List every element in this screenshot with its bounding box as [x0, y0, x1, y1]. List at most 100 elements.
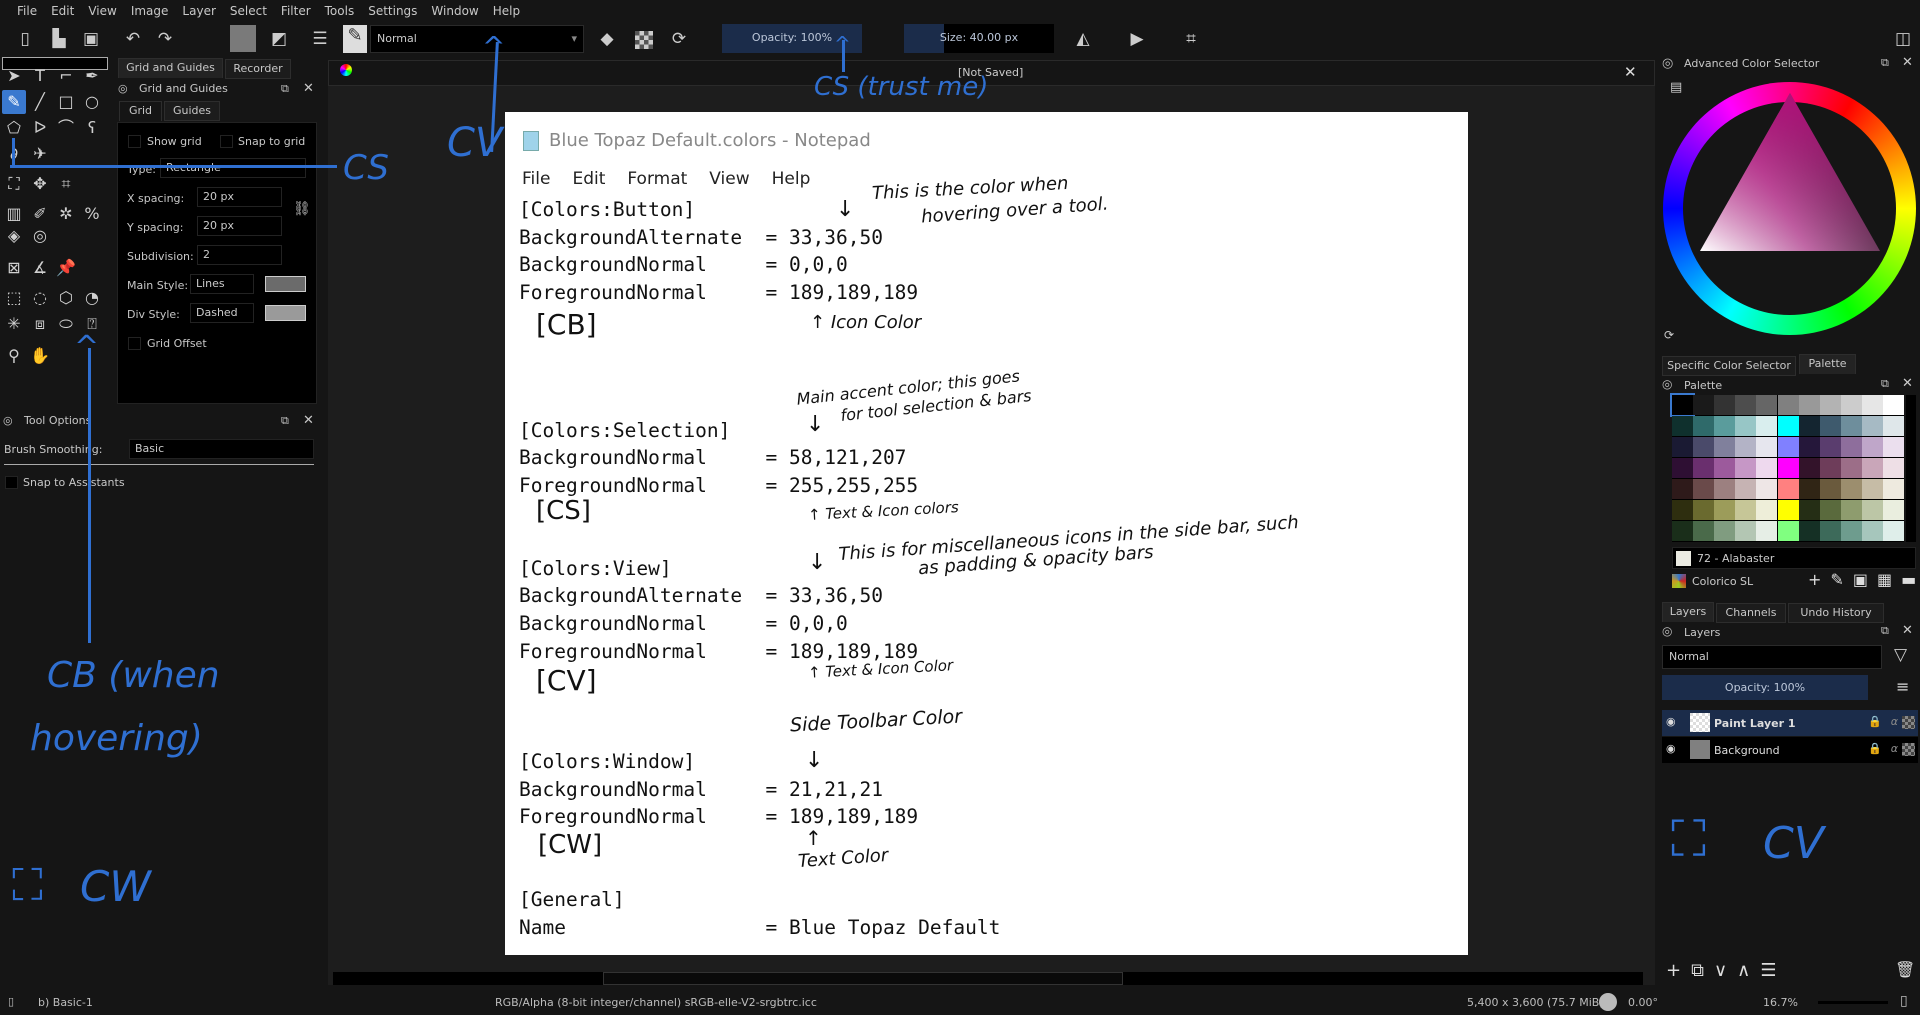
- palette-swatch[interactable]: [1756, 437, 1778, 457]
- close-icon[interactable]: ✕: [1902, 376, 1913, 391]
- grid-offset-checkbox[interactable]: [128, 337, 141, 350]
- palette-swatch[interactable]: [1777, 437, 1799, 457]
- menu-layer[interactable]: Layer: [175, 4, 222, 18]
- palette-swatch[interactable]: [1756, 500, 1778, 520]
- menu-help[interactable]: Help: [486, 4, 527, 18]
- close-icon[interactable]: ✕: [303, 81, 314, 96]
- visibility-eye-icon[interactable]: ◉: [1666, 715, 1676, 728]
- open-document-icon[interactable]: ▙: [48, 28, 70, 50]
- palette-swatch[interactable]: [1756, 416, 1778, 436]
- menu-filter[interactable]: Filter: [274, 4, 318, 18]
- main-color-button[interactable]: [265, 276, 306, 292]
- palette-swatch[interactable]: [1819, 500, 1841, 520]
- palette-swatch[interactable]: [1693, 458, 1715, 478]
- subdivision-input[interactable]: 2: [197, 245, 282, 265]
- show-grid-checkbox[interactable]: [128, 135, 141, 148]
- move-up-icon[interactable]: ∧: [1737, 960, 1760, 981]
- tab-guides[interactable]: Guides: [164, 101, 220, 121]
- zoom-slider[interactable]: [1818, 1001, 1888, 1004]
- palette-swatch[interactable]: [1714, 500, 1736, 520]
- smart-patch-tool-icon[interactable]: %: [80, 202, 104, 226]
- lock-icon[interactable]: ◎: [118, 82, 128, 95]
- palette-swatch[interactable]: [1883, 416, 1904, 436]
- palette-swatch[interactable]: [1777, 521, 1799, 541]
- size-slider[interactable]: Size: 40.00 px: [904, 24, 1054, 53]
- menu-select[interactable]: Select: [223, 4, 274, 18]
- y-spacing-input[interactable]: 20 px: [197, 216, 282, 236]
- delete-icon[interactable]: ▬: [1901, 570, 1920, 589]
- menu-image[interactable]: Image: [124, 4, 176, 18]
- close-document-icon[interactable]: ✕: [1624, 63, 1637, 81]
- palette-grid[interactable]: [1670, 393, 1904, 542]
- palette-swatch[interactable]: [1735, 458, 1757, 478]
- fullscreen-icon[interactable]: ▯: [1900, 993, 1908, 1009]
- add-icon[interactable]: +: [1808, 570, 1830, 589]
- link-spacing-icon[interactable]: ⛓: [293, 201, 311, 217]
- pan-tool-icon[interactable]: ✋: [28, 344, 52, 368]
- palette-swatch[interactable]: [1756, 395, 1778, 415]
- palette-swatch[interactable]: [1777, 458, 1799, 478]
- move-down-icon[interactable]: ∨: [1714, 960, 1737, 981]
- measure-tool-icon[interactable]: ∡: [28, 256, 52, 280]
- palette-swatch[interactable]: [1672, 521, 1693, 541]
- contiguous-select-tool-icon[interactable]: ✳: [2, 312, 26, 336]
- palette-swatch[interactable]: [1861, 437, 1883, 457]
- layer-opacity-slider[interactable]: Opacity: 100%: [1662, 675, 1868, 700]
- layer-menu-icon[interactable]: ≡: [1896, 677, 1909, 696]
- palette-swatch[interactable]: [1714, 395, 1736, 415]
- undo-icon[interactable]: ↶: [122, 28, 144, 50]
- palette-swatch[interactable]: [1819, 416, 1841, 436]
- palette-swatch[interactable]: [1861, 521, 1883, 541]
- brush-smoothing-select[interactable]: Basic: [129, 439, 314, 459]
- polygon-select-tool-icon[interactable]: ⬡: [54, 286, 78, 310]
- menu-tools[interactable]: Tools: [318, 4, 362, 18]
- tool-options-close-icon[interactable]: ✕: [303, 413, 314, 428]
- color-picker-tool-icon[interactable]: ✐: [28, 202, 52, 226]
- line-tool-icon[interactable]: ╱: [28, 90, 52, 114]
- palette-swatch[interactable]: [1861, 416, 1883, 436]
- foreground-color-swatch[interactable]: [230, 25, 256, 52]
- reload-icon[interactable]: ⟳: [668, 28, 690, 50]
- palette-swatch[interactable]: [1840, 458, 1862, 478]
- palette-swatch[interactable]: [1714, 521, 1736, 541]
- palette-swatch[interactable]: [1756, 479, 1778, 499]
- palette-swatch[interactable]: [1693, 521, 1715, 541]
- delete-layer-icon[interactable]: 🗑: [1895, 960, 1915, 979]
- palette-swatch[interactable]: [1883, 458, 1904, 478]
- palette-swatch[interactable]: [1819, 521, 1841, 541]
- mirror-vertical-icon[interactable]: ▶: [1126, 28, 1148, 50]
- layers-lock-icon[interactable]: ◎: [1662, 624, 1672, 638]
- brush-preset-icon[interactable]: ✎: [343, 25, 367, 53]
- rectangle-tool-icon[interactable]: □: [54, 90, 78, 114]
- tab-recorder[interactable]: Recorder: [225, 59, 291, 79]
- palette-swatch[interactable]: [1861, 500, 1883, 520]
- selector-settings-icon[interactable]: ▤: [1670, 80, 1682, 95]
- palette-swatch[interactable]: [1777, 416, 1799, 436]
- layer-row[interactable]: ◉ Background 🔒 α: [1662, 737, 1918, 763]
- tool-options-float-icon[interactable]: ⧉: [281, 414, 289, 428]
- palette-swatch[interactable]: [1883, 479, 1904, 499]
- selected-color-select[interactable]: 72 - Alabaster: [1672, 547, 1916, 569]
- close-icon[interactable]: ✕: [1902, 55, 1913, 70]
- palette-swatch[interactable]: [1735, 437, 1757, 457]
- bezier-tool-icon[interactable]: ⌒: [54, 116, 78, 140]
- palette-swatch[interactable]: [1883, 395, 1904, 415]
- palette-swatch[interactable]: [1672, 416, 1693, 436]
- reference-tool-icon[interactable]: 📌: [54, 256, 78, 280]
- save-icon[interactable]: ▣: [1853, 570, 1877, 589]
- palette-swatch[interactable]: [1714, 437, 1736, 457]
- tab-grid-and-guides[interactable]: Grid and Guides: [118, 58, 223, 78]
- palette-swatch[interactable]: [1670, 393, 1695, 417]
- palette-swatch[interactable]: [1819, 395, 1841, 415]
- div-style-select[interactable]: Dashed: [190, 303, 254, 323]
- float-icon[interactable]: ⧉: [281, 82, 289, 96]
- palette-swatch[interactable]: [1798, 395, 1820, 415]
- palette-swatch[interactable]: [1672, 479, 1693, 499]
- palette-swatch[interactable]: [1777, 395, 1799, 415]
- palette-swatch[interactable]: [1693, 395, 1715, 415]
- assistant-tool-icon[interactable]: ⊠: [2, 256, 26, 280]
- palette-swatch[interactable]: [1735, 521, 1757, 541]
- menu-edit[interactable]: Edit: [44, 4, 81, 18]
- palette-swatch[interactable]: [1756, 458, 1778, 478]
- type-select[interactable]: Rectangle: [160, 158, 306, 178]
